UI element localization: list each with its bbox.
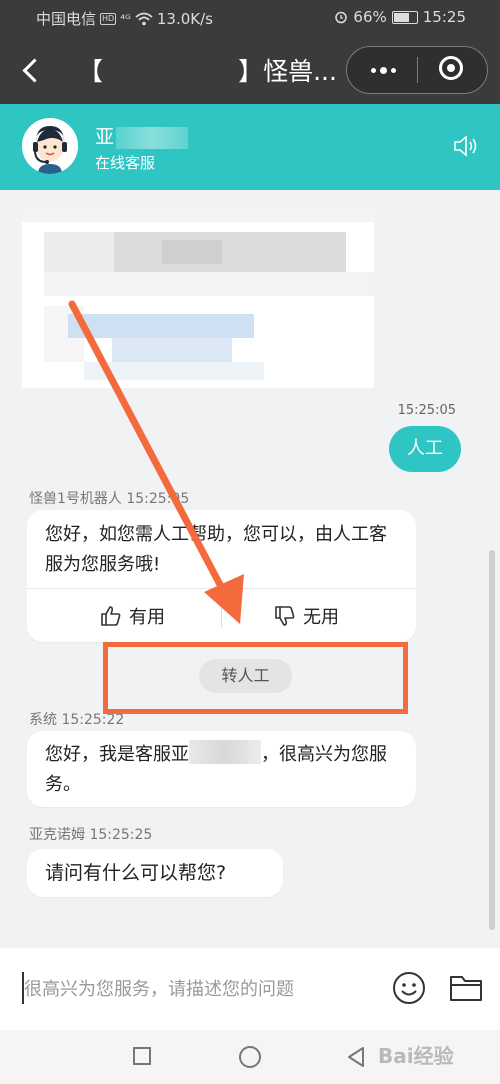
status-bar: 中国电信 HD ⁴ᴳ 13.0K/s 66% 15:25 xyxy=(0,0,500,36)
agent-header: 亚 在线客服 xyxy=(0,104,500,190)
agent-name-prefix: 亚 xyxy=(95,126,115,148)
folder-icon[interactable] xyxy=(449,973,483,1003)
signal-icon: ⁴ᴳ xyxy=(120,11,131,26)
input-bar xyxy=(0,948,500,1030)
capsule-divider xyxy=(417,57,418,83)
title-bar: 【 】怪兽... xyxy=(0,36,500,104)
status-left: 中国电信 HD ⁴ᴳ 13.0K/s xyxy=(36,8,213,29)
watermark: Bai经验 xyxy=(378,1044,454,1068)
message-input[interactable] xyxy=(22,970,376,1008)
page-title: 【 】怪兽... xyxy=(78,57,337,86)
hd-badge: HD xyxy=(100,12,117,25)
alarm-icon xyxy=(335,11,348,24)
carrier-label: 中国电信 xyxy=(36,10,97,28)
nav-back-icon[interactable] xyxy=(345,1046,367,1068)
battery-icon xyxy=(391,10,418,24)
agent-role: 在线客服 xyxy=(95,154,156,172)
agent-name: 亚 xyxy=(95,122,189,149)
chat-area[interactable]: 15:25:05 人工 怪兽1号机器人 15:25:05 您好，如您需人工帮助，… xyxy=(0,190,500,948)
annotation-arrow xyxy=(68,300,244,624)
network-speed: 13.0K/s xyxy=(156,9,213,28)
system-nav-bar: Bai经验 xyxy=(0,1030,500,1084)
recent-apps-icon[interactable] xyxy=(133,1047,151,1065)
back-arrow-icon[interactable] xyxy=(18,54,46,86)
agent-headset-icon xyxy=(22,118,78,174)
agent-name-redacted xyxy=(116,126,189,149)
agent-avatar xyxy=(22,118,78,174)
annotation-highlight-box xyxy=(103,642,408,714)
battery-percent: 66% xyxy=(353,8,387,26)
speaker-icon[interactable] xyxy=(452,134,480,158)
home-icon[interactable] xyxy=(239,1046,261,1068)
miniprogram-capsule xyxy=(346,46,488,94)
clock: 15:25 xyxy=(422,8,466,26)
close-target-icon[interactable] xyxy=(439,56,463,80)
wifi-icon xyxy=(135,12,153,25)
status-right: 66% 15:25 xyxy=(334,8,466,26)
more-dots-icon[interactable] xyxy=(365,59,401,81)
emoji-icon[interactable] xyxy=(392,971,426,1005)
